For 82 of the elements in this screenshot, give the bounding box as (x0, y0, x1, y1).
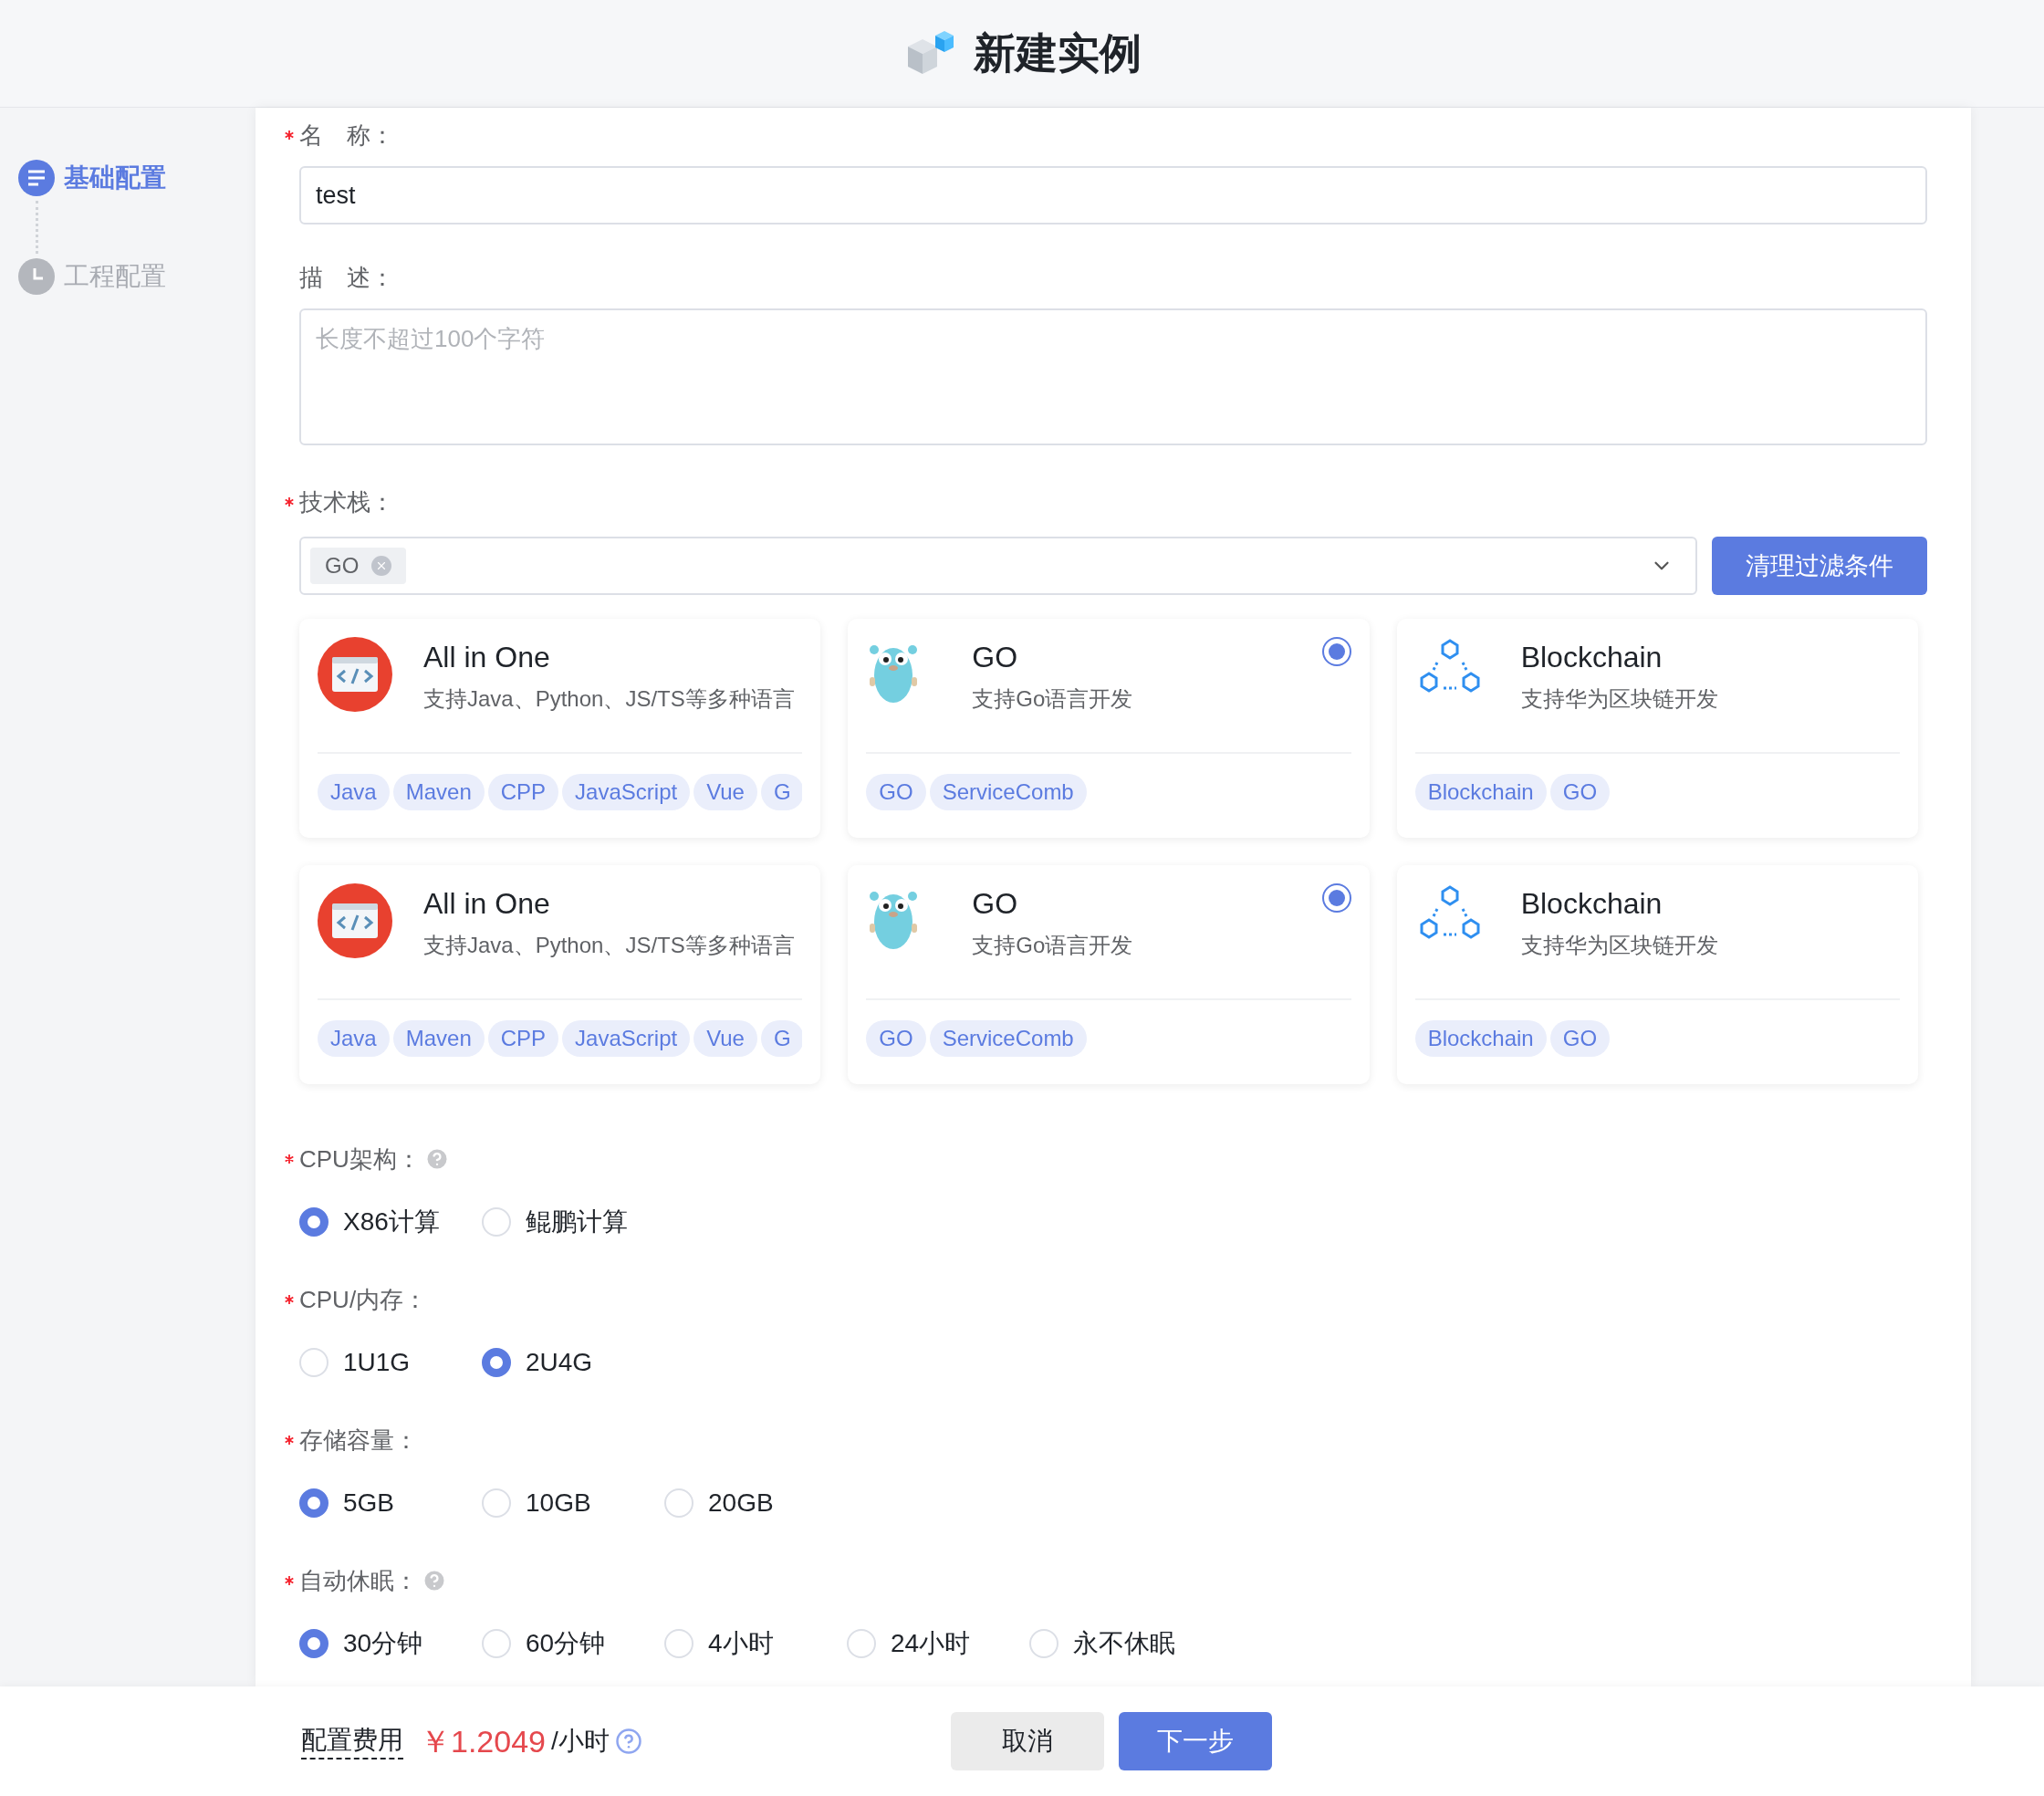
field-label: 技术栈： (299, 486, 394, 517)
tag: CPP (487, 774, 559, 810)
tag: JavaScript (562, 1020, 691, 1057)
price-unit: /小时 (551, 1726, 610, 1757)
page-title: 新建实例 (974, 28, 1142, 78)
code-window-icon (318, 883, 392, 958)
option-label: 2U4G (526, 1347, 593, 1378)
template-card[interactable]: All in One 支持Java、Python、JS/TS等多种语言 Java Maven CPP JavaScript Vue G (299, 619, 821, 838)
field-label: CPU架构： (299, 1143, 421, 1175)
tech-stack-select[interactable]: GO (299, 537, 1697, 595)
clear-filter-button[interactable]: 清理过滤条件 (1712, 537, 1927, 595)
tag: Blockchain (1414, 1020, 1547, 1057)
name-input[interactable]: test (299, 166, 1927, 224)
option-label: 60分钟 (526, 1628, 606, 1659)
radio-button[interactable] (299, 1207, 328, 1237)
tag: G (760, 1020, 803, 1057)
template-title: Blockchain (1520, 886, 1663, 922)
step-item[interactable]: 基础配置 (18, 159, 256, 197)
tag: Maven (392, 1020, 485, 1057)
tag: ServiceComb (929, 1020, 1087, 1057)
radio-button[interactable] (1321, 637, 1351, 666)
remove-chip-icon[interactable] (371, 556, 392, 576)
field-label: 描 述： (299, 262, 394, 293)
tag: CPP (487, 1020, 559, 1057)
option-label: 30分钟 (343, 1628, 423, 1659)
tag: G (760, 774, 803, 810)
price: ￥1.2049 (420, 1722, 546, 1760)
template-card[interactable]: Blockchain 支持华为区块链开发 Blockchain GO (1396, 619, 1918, 838)
tag: Vue (694, 774, 757, 810)
template-description: 支持Java、Python、JS/TS等多种语言 (423, 932, 795, 959)
description-input[interactable]: 长度不超过100个字符 (299, 308, 1927, 445)
help-icon[interactable] (614, 1728, 642, 1755)
cancel-button[interactable]: 取消 (950, 1712, 1104, 1770)
template-title: All in One (423, 640, 551, 675)
template-title: Blockchain (1520, 640, 1663, 675)
template-card[interactable]: GO 支持Go语言开发 GO ServiceComb (848, 619, 1370, 838)
radio-button[interactable] (299, 1629, 328, 1658)
template-title: All in One (423, 886, 551, 922)
tag: ServiceComb (929, 774, 1087, 810)
tag: GO (866, 774, 926, 810)
template-description: 支持华为区块链开发 (1520, 685, 1718, 713)
template-card[interactable]: Blockchain 支持华为区块链开发 Blockchain GO (1396, 865, 1918, 1084)
option-label: 5GB (343, 1488, 395, 1519)
template-description: 支持Go语言开发 (972, 685, 1133, 713)
help-icon[interactable] (422, 1568, 447, 1593)
selected-chip: GO (310, 548, 407, 584)
radio-button[interactable] (299, 1488, 328, 1518)
clock-icon (18, 258, 55, 295)
option-label: 永不休眠 (1073, 1628, 1175, 1659)
template-description: 支持华为区块链开发 (1520, 932, 1718, 959)
tag: Java (318, 774, 390, 810)
template-description: 支持Java、Python、JS/TS等多种语言 (423, 685, 795, 713)
tag: GO (1549, 774, 1611, 810)
next-button[interactable]: 下一步 (1118, 1712, 1272, 1770)
field-label: 名 称： (299, 120, 394, 151)
tag: Java (318, 1020, 390, 1057)
template-description: 支持Go语言开发 (972, 932, 1133, 959)
tag: Maven (392, 774, 485, 810)
template-title: GO (972, 640, 1019, 675)
option-label: 4小时 (708, 1628, 774, 1659)
option-label: 鲲鹏计算 (526, 1206, 628, 1237)
option-label: 20GB (708, 1488, 774, 1519)
tag: JavaScript (562, 774, 691, 810)
tag: Vue (694, 1020, 757, 1057)
field-label: CPU/内存： (299, 1284, 428, 1315)
template-card[interactable]: All in One 支持Java、Python、JS/TS等多种语言 Java Maven CPP JavaScript Vue G (299, 865, 821, 1084)
option-label: 1U1G (343, 1347, 411, 1378)
tag: GO (1549, 1020, 1611, 1057)
template-card[interactable]: GO 支持Go语言开发 GO ServiceComb (848, 865, 1370, 1084)
list-icon (18, 160, 55, 196)
code-window-icon (318, 637, 392, 712)
field-label: 自动休眠： (299, 1565, 418, 1596)
option-label: 10GB (526, 1488, 591, 1519)
option-label: X86计算 (343, 1206, 440, 1237)
field-label: 存储容量： (299, 1425, 418, 1456)
option-label: 24小时 (891, 1628, 971, 1659)
tag: Blockchain (1414, 774, 1547, 810)
cost-label: 配置费用 (301, 1723, 403, 1759)
radio-button[interactable] (1321, 883, 1351, 913)
tag: GO (866, 1020, 926, 1057)
radio-button[interactable] (482, 1348, 511, 1377)
template-title: GO (972, 886, 1019, 922)
